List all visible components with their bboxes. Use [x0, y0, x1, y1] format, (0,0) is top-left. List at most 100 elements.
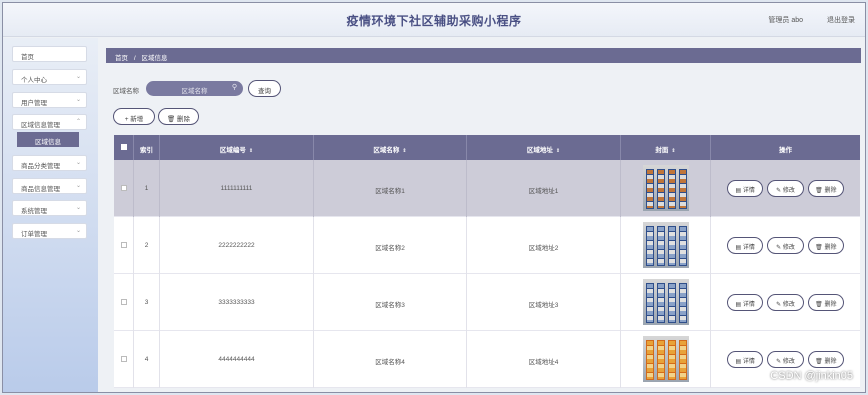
detail-button[interactable]: ▤ 详情: [727, 351, 764, 368]
row-checkbox[interactable]: [120, 356, 127, 362]
search-label: 区域名称: [113, 88, 139, 95]
query-button[interactable]: 查询: [248, 80, 281, 97]
sidebar-item-label: 个人中心: [21, 77, 47, 84]
edit-button[interactable]: ✎ 修改: [767, 180, 804, 197]
sidebar-item-region-management[interactable]: 区域信息管理 ⌃: [12, 114, 87, 130]
app-window: 疫情环境下社区辅助采购小程序 管理员 abo 退出登录 首页 个人中心 ⌄ 用户…: [2, 2, 866, 393]
chevron-down-icon: ⌄: [75, 74, 81, 80]
cell-code: 3333333333: [160, 274, 314, 331]
header-name[interactable]: 区域名称 ⇕: [314, 135, 467, 160]
cell-code: 2222222222: [160, 217, 314, 274]
sidebar-item-home[interactable]: 首页: [12, 46, 87, 62]
select-all-checkbox[interactable]: [120, 144, 127, 150]
sidebar-item-profile[interactable]: 个人中心 ⌄: [12, 69, 87, 85]
sidebar-subitem-region-info[interactable]: 区域信息: [17, 132, 79, 147]
row-checkbox-cell: [114, 274, 134, 331]
delete-button[interactable]: 🗑 删除: [807, 351, 844, 368]
cell-actions: ▤ 详情 ✎ 修改 🗑 删除: [711, 217, 860, 274]
cell-image: [621, 217, 711, 274]
batch-delete-button[interactable]: 🗑 删除: [158, 108, 199, 125]
cell-image: [621, 160, 711, 217]
row-checkbox[interactable]: [120, 299, 127, 305]
cell-index: 3: [134, 274, 160, 331]
sidebar-item-label: 用户管理: [21, 100, 47, 107]
row-checkbox[interactable]: [120, 185, 127, 191]
warehouse-thumbnail: [642, 222, 689, 268]
breadcrumb: 首页 / 区域信息: [106, 48, 861, 63]
table-row[interactable]: 3 3333333333 区域名称3 区域地址3 ▤ 详情 ✎ 修改 🗑 删除: [114, 274, 860, 331]
table-row[interactable]: 1 1111111111 区域名称1 区域地址1 ▤ 详情 ✎ 修改 🗑 删除: [114, 160, 860, 217]
sidebar-item-label: 商品信息管理: [21, 186, 60, 193]
sort-icon: ⇕: [248, 148, 254, 154]
chevron-up-icon: ⌃: [75, 119, 81, 125]
cell-name: 区域名称3: [314, 274, 467, 331]
sort-icon: ⇕: [402, 148, 407, 154]
sidebar-item-label: 区域信息管理: [21, 122, 60, 129]
watermark: CSDN @jinkin05: [770, 370, 853, 382]
breadcrumb-current: 区域信息: [141, 55, 168, 62]
row-checkbox-cell: [114, 217, 134, 274]
header-image[interactable]: 封面 ⇕: [621, 135, 711, 160]
chevron-down-icon: ⌄: [75, 228, 81, 234]
header-index: 索引: [134, 135, 160, 160]
header-address-label: 区域地址: [526, 147, 553, 154]
cell-address: 区域地址4: [467, 331, 621, 388]
cell-address: 区域地址1: [467, 160, 621, 217]
cell-index: 1: [134, 160, 160, 217]
sidebar-item-label: 首页: [21, 54, 34, 61]
breadcrumb-home[interactable]: 首页: [115, 55, 128, 62]
add-button[interactable]: + 新增: [113, 108, 155, 125]
logout-link[interactable]: 退出登录: [827, 15, 855, 25]
cell-code: 1111111111: [160, 160, 314, 217]
cell-actions: ▤ 详情 ✎ 修改 🗑 删除: [711, 274, 860, 331]
sidebar-item-category-management[interactable]: 商品分类管理 ⌄: [12, 155, 87, 171]
table-row[interactable]: 4 4444444444 区域名称4 区域地址4 ▤ 详情 ✎ 修改 🗑 删除: [114, 331, 860, 388]
search-input[interactable]: 区域名称 ⚲: [146, 81, 243, 96]
edit-button[interactable]: ✎ 修改: [767, 237, 804, 254]
cell-address: 区域地址2: [467, 217, 621, 274]
cell-code: 4444444444: [160, 331, 314, 388]
row-checkbox[interactable]: [120, 242, 127, 248]
row-checkbox-cell: [114, 160, 134, 217]
table-header: 索引 区域编号 ⇕ 区域名称 ⇕ 区域地址 ⇕ 封面 ⇕ 操作: [114, 135, 860, 160]
top-header: 疫情环境下社区辅助采购小程序 管理员 abo 退出登录: [3, 3, 865, 37]
cell-image: [621, 331, 711, 388]
delete-button[interactable]: 🗑 删除: [807, 294, 844, 311]
cell-actions: ▤ 详情 ✎ 修改 🗑 删除: [711, 160, 860, 217]
cell-name: 区域名称2: [314, 217, 467, 274]
header-code[interactable]: 区域编号 ⇕: [160, 135, 314, 160]
edit-button[interactable]: ✎ 修改: [767, 294, 804, 311]
detail-button[interactable]: ▤ 详情: [727, 294, 764, 311]
chevron-down-icon: ⌄: [75, 205, 81, 211]
search-placeholder: 区域名称: [181, 88, 208, 95]
sidebar-item-users[interactable]: 用户管理 ⌄: [12, 92, 87, 108]
sidebar-item-product-management[interactable]: 商品信息管理 ⌄: [12, 178, 87, 194]
sort-icon: ⇕: [555, 148, 561, 154]
chevron-down-icon: ⌄: [75, 160, 81, 166]
breadcrumb-separator: /: [133, 55, 136, 62]
header-image-label: 封面: [655, 147, 669, 154]
cell-name: 区域名称1: [314, 160, 467, 217]
current-user: 管理员 abo: [768, 17, 803, 24]
detail-button[interactable]: ▤ 详情: [727, 237, 764, 254]
sidebar: 首页 个人中心 ⌄ 用户管理 ⌄ 区域信息管理 ⌃ 区域信息 商品分类管理 ⌄ …: [3, 38, 98, 392]
sidebar-item-order-management[interactable]: 订单管理 ⌄: [12, 223, 87, 239]
row-checkbox-cell: [114, 331, 134, 388]
edit-button[interactable]: ✎ 修改: [767, 351, 804, 368]
detail-button[interactable]: ▤ 详情: [727, 180, 764, 197]
header-name-label: 区域名称: [373, 147, 400, 154]
trash-icon: 🗑: [166, 116, 176, 123]
warehouse-thumbnail: [642, 336, 689, 382]
table-row[interactable]: 2 2222222222 区域名称2 区域地址2 ▤ 详情 ✎ 修改 🗑 删除: [114, 217, 860, 274]
delete-button[interactable]: 🗑 删除: [807, 180, 844, 197]
cell-address: 区域地址3: [467, 274, 621, 331]
app-title: 疫情环境下社区辅助采购小程序: [346, 14, 522, 28]
batch-delete-label: 删除: [177, 116, 191, 123]
chevron-down-icon: ⌄: [75, 97, 81, 103]
delete-button[interactable]: 🗑 删除: [807, 237, 844, 254]
cell-image: [621, 274, 711, 331]
cell-index: 4: [134, 331, 160, 388]
header-address[interactable]: 区域地址 ⇕: [467, 135, 621, 160]
sidebar-item-system-management[interactable]: 系统管理 ⌄: [12, 200, 87, 216]
sort-icon: ⇕: [671, 148, 676, 154]
